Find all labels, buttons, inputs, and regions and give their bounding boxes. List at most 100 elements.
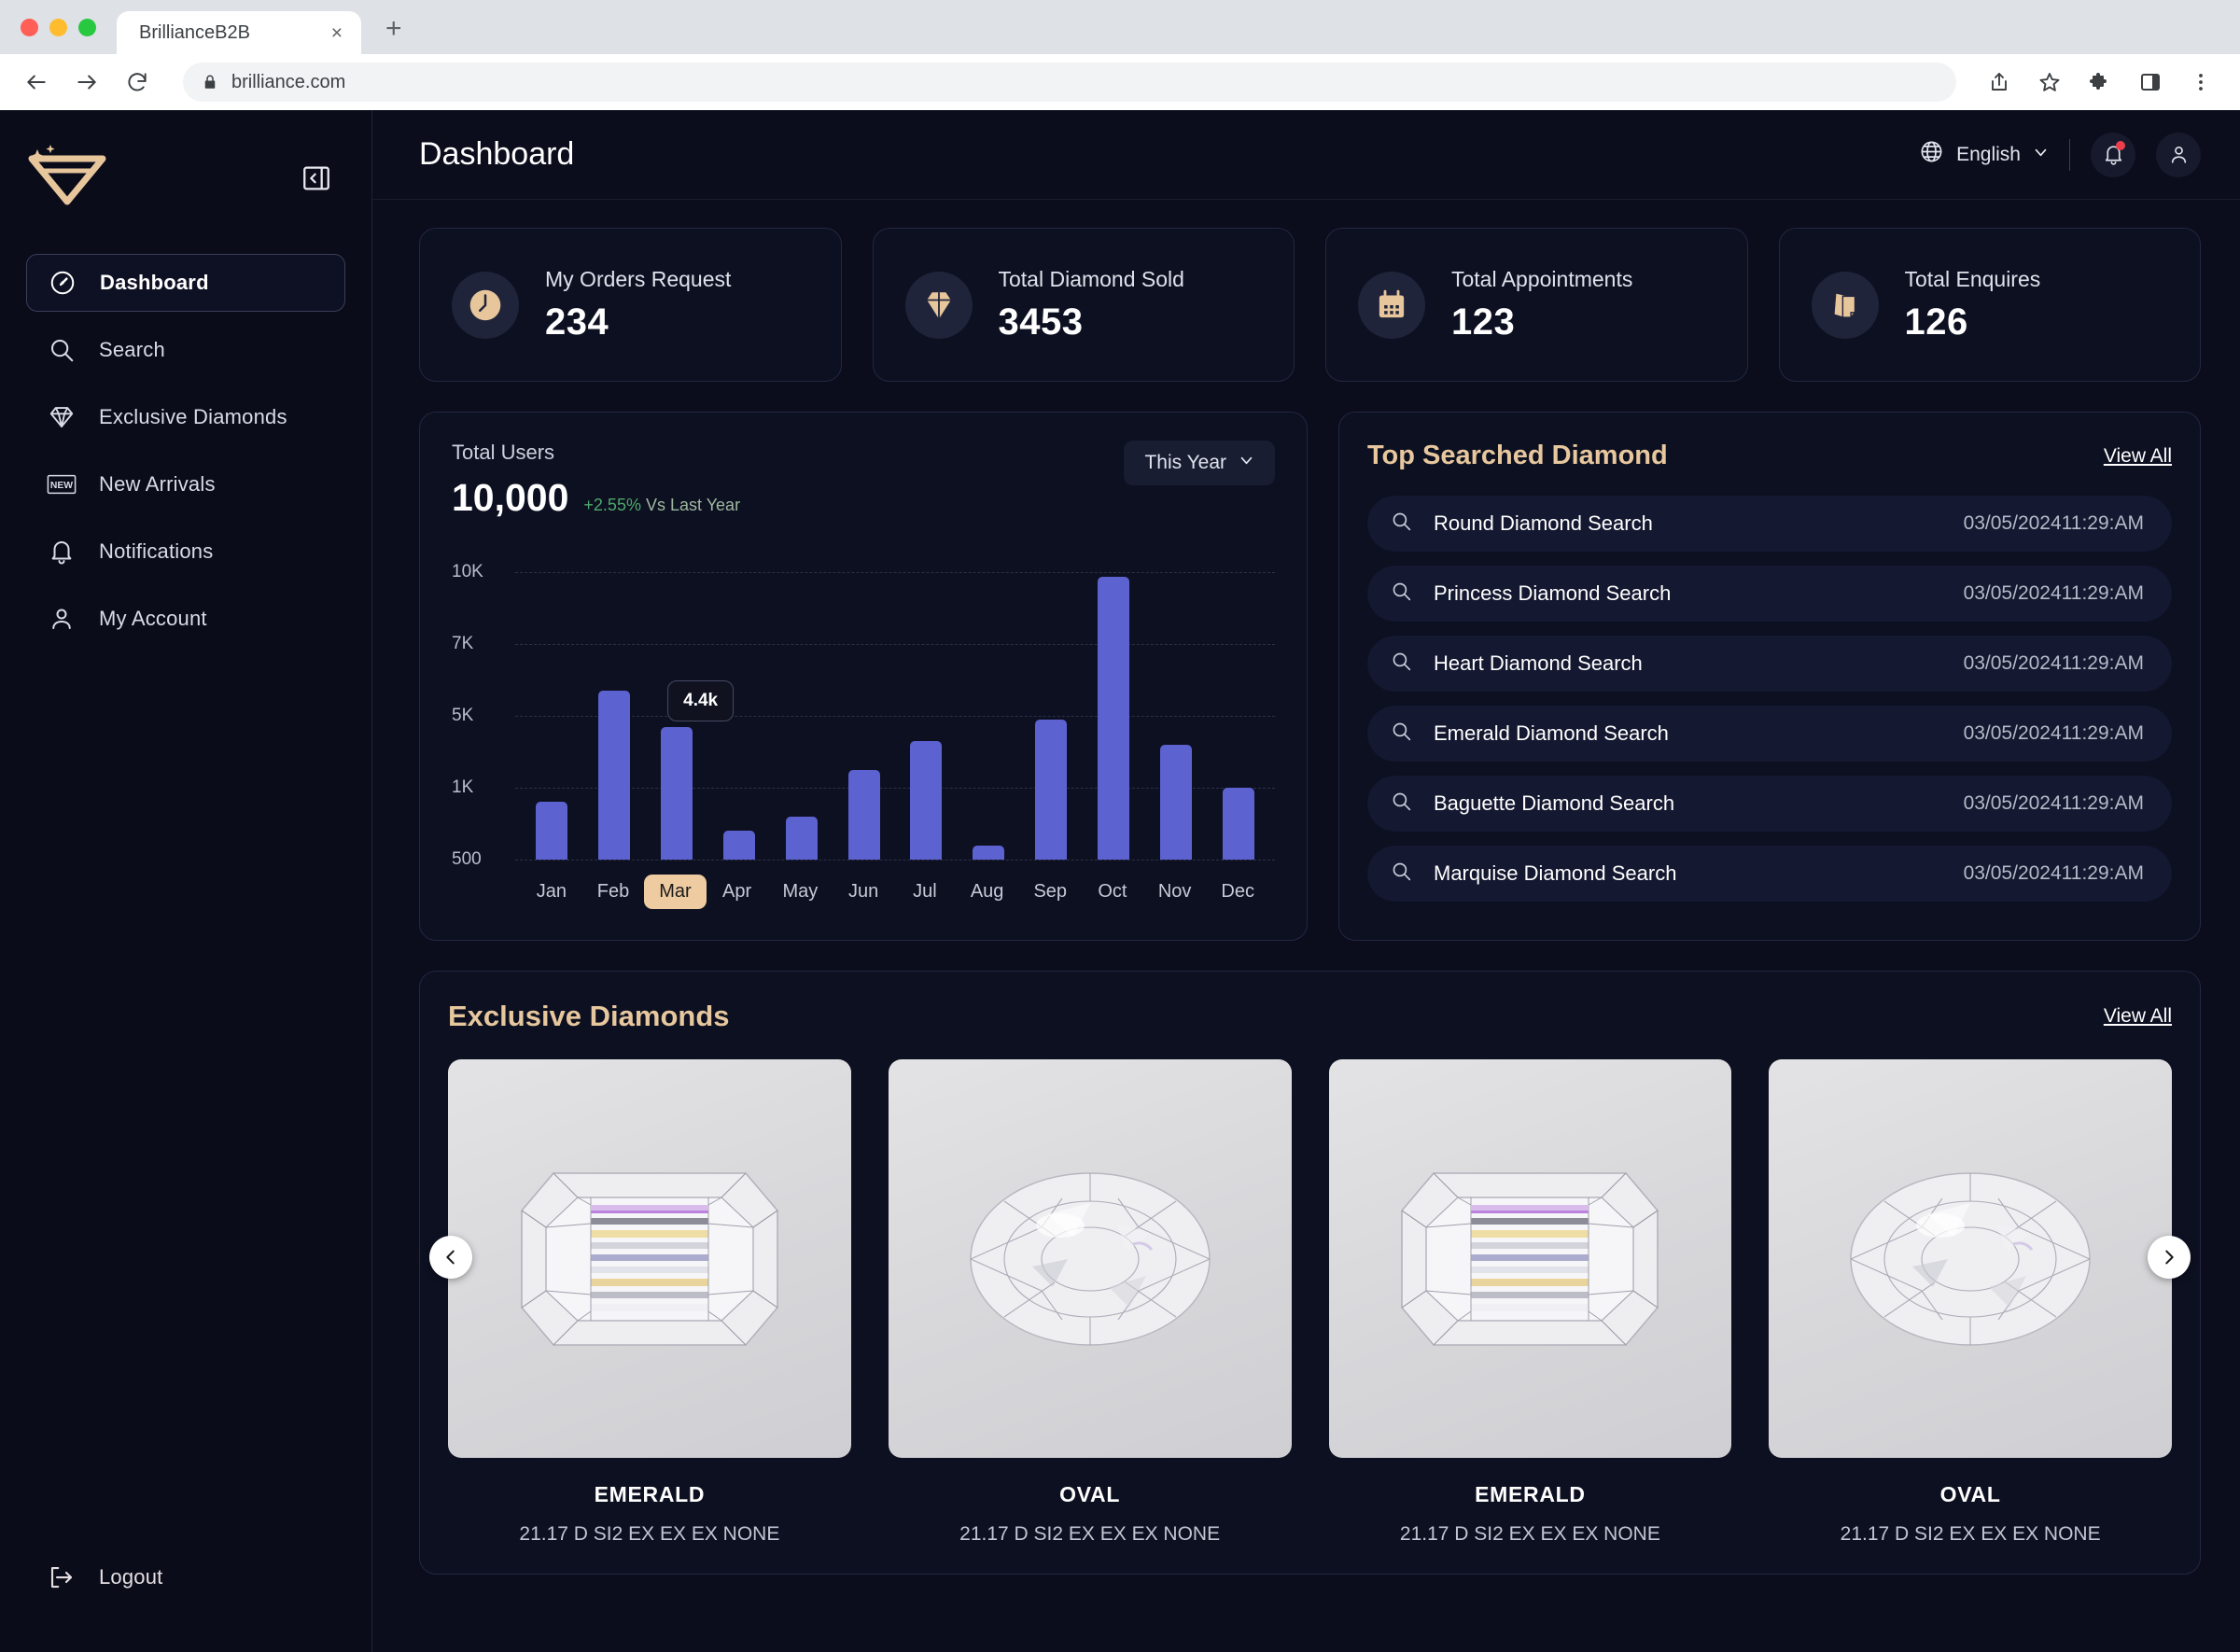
sidebar-item-exclusive-diamonds[interactable]: Exclusive Diamonds [26, 388, 345, 446]
chart-bar-column[interactable] [521, 552, 583, 860]
extensions-puzzle-icon[interactable] [2087, 69, 2113, 95]
stat-card-enquires[interactable]: Total Enquires 126 [1778, 228, 2201, 382]
chart-bar-column[interactable] [583, 552, 646, 860]
chart-x-tick-label[interactable]: Apr [707, 875, 766, 909]
chart-bar[interactable] [661, 726, 693, 860]
chart-bar-column[interactable]: 4.4k [646, 552, 735, 860]
chart-bar-column[interactable] [895, 552, 958, 860]
chart-x-tick-label[interactable]: Jul [898, 875, 952, 909]
sidebar-item-new-arrivals[interactable]: NEW New Arrivals [26, 455, 345, 513]
browser-tab[interactable]: BrillianceB2B × [117, 11, 361, 54]
chart-y-tick-label: 7K [452, 634, 474, 653]
top-searched-row[interactable]: Round Diamond Search 03/05/202411:29:AM [1367, 496, 2172, 552]
main-area: Dashboard English My Orders Request 234 … [372, 110, 2240, 1652]
top-searched-header: Top Searched Diamond View All [1367, 441, 2172, 471]
chart-x-tick-label[interactable]: Mar [644, 875, 707, 909]
chart-month-cell: May [767, 875, 833, 909]
diamond-card[interactable]: OVAL 21.17 D SI2 EX EX EX NONE [1769, 1059, 2172, 1546]
exclusive-view-all[interactable]: View All [2104, 1005, 2172, 1028]
chart-bar-column[interactable] [1082, 552, 1144, 860]
chart-bar[interactable] [1035, 719, 1068, 860]
chart-bar[interactable] [847, 769, 880, 860]
sidebar-item-label: New Arrivals [99, 472, 216, 496]
bookmark-star-icon[interactable] [2037, 69, 2063, 95]
logout-button[interactable]: Logout [0, 1562, 371, 1652]
top-searched-label: Princess Diamond Search [1434, 581, 1672, 605]
user-avatar[interactable] [2156, 132, 2201, 177]
minimize-window-button[interactable] [49, 19, 67, 36]
stat-label: Total Enquires [1904, 266, 2041, 291]
top-searched-row[interactable]: Marquise Diamond Search 03/05/202411:29:A… [1367, 846, 2172, 902]
chart-bar-column[interactable] [707, 552, 770, 860]
diamond-card[interactable]: OVAL 21.17 D SI2 EX EX EX NONE [888, 1059, 1292, 1546]
chart-bar[interactable] [536, 802, 568, 860]
forward-icon[interactable] [71, 66, 103, 98]
chart-x-tick-label[interactable]: Sep [1018, 875, 1082, 909]
carousel-prev-button[interactable] [429, 1236, 472, 1279]
share-icon[interactable] [1986, 69, 2012, 95]
chart-bar[interactable] [973, 845, 1005, 860]
address-bar[interactable]: brilliance.com [183, 63, 1956, 102]
chart-bar-column[interactable] [958, 552, 1020, 860]
chart-bar[interactable] [910, 740, 943, 860]
sidebar-item-dashboard[interactable]: Dashboard [26, 254, 345, 312]
top-searched-row[interactable]: Princess Diamond Search 03/05/202411:29:A… [1367, 566, 2172, 622]
exclusive-diamonds-section: Exclusive Diamonds View All EMERALD 21.17… [419, 971, 2201, 1575]
chart-bar[interactable] [1097, 577, 1129, 860]
chart-x-tick-label[interactable]: Oct [1083, 875, 1141, 909]
browser-tab-title: BrillianceB2B [139, 21, 250, 43]
top-searched-row[interactable]: Baguette Diamond Search 03/05/202411:29:A… [1367, 776, 2172, 832]
chart-bar-column[interactable] [1144, 552, 1207, 860]
diamond-image[interactable] [448, 1059, 851, 1458]
chart-bar[interactable] [598, 691, 631, 860]
diamond-card[interactable]: EMERALD 21.17 D SI2 EX EX EX NONE [448, 1059, 851, 1546]
chart-bar[interactable] [1159, 744, 1192, 860]
browser-menu-icon[interactable] [2188, 69, 2214, 95]
close-icon[interactable]: × [328, 20, 346, 47]
top-searched-row[interactable]: Heart Diamond Search 03/05/202411:29:AM [1367, 636, 2172, 692]
close-window-button[interactable] [21, 19, 38, 36]
stat-card-appointments[interactable]: Total Appointments 123 [1325, 228, 1748, 382]
diamond-image[interactable] [1769, 1059, 2172, 1458]
maximize-window-button[interactable] [78, 19, 96, 36]
chart-range-select[interactable]: This Year [1124, 441, 1275, 485]
stat-card-diamond-sold[interactable]: Total Diamond Sold 3453 [872, 228, 1295, 382]
chart-bars: 4.4k [521, 552, 1269, 860]
sidebar-item-search[interactable]: Search [26, 321, 345, 379]
chart-bar-column[interactable] [833, 552, 895, 860]
side-panel-icon[interactable] [2137, 69, 2163, 95]
stat-card-orders[interactable]: My Orders Request 234 [419, 228, 842, 382]
chart-month-cell: Feb [582, 875, 644, 909]
chart-bar[interactable] [785, 816, 818, 860]
sidebar-item-notifications[interactable]: Notifications [26, 523, 345, 581]
chart-x-tick-label[interactable]: Nov [1143, 875, 1207, 909]
sidebar-item-my-account[interactable]: My Account [26, 590, 345, 648]
chart-bar-column[interactable] [770, 552, 833, 860]
diamond-image[interactable] [1328, 1059, 1732, 1458]
chart-bar-column[interactable] [1020, 552, 1083, 860]
notifications-button[interactable] [2091, 132, 2135, 177]
reload-icon[interactable] [121, 66, 153, 98]
chart-x-tick-label[interactable]: Aug [956, 875, 1019, 909]
language-selector[interactable]: English [1919, 139, 2049, 170]
chart-x-tick-label[interactable]: Jan [522, 875, 581, 909]
chart-bar[interactable] [722, 831, 755, 860]
chart-bar-column[interactable] [1207, 552, 1269, 860]
diamond-card[interactable]: EMERALD 21.17 D SI2 EX EX EX NONE [1328, 1059, 1732, 1546]
top-searched-label: Baguette Diamond Search [1434, 791, 1675, 815]
chart-x-tick-label[interactable]: Jun [833, 875, 893, 909]
chart-x-tick-label[interactable]: May [767, 875, 833, 909]
carousel-next-button[interactable] [2148, 1236, 2191, 1279]
bar-chart-month-axis: Jan Feb Mar Apr May Jun Jul Aug Sep Oct Nov Dec [452, 875, 1275, 909]
chart-x-tick-label[interactable]: Feb [582, 875, 644, 909]
chart-x-tick-label[interactable]: Dec [1206, 875, 1269, 909]
back-icon[interactable] [21, 66, 52, 98]
diamond-image[interactable] [888, 1059, 1292, 1458]
sidebar-collapse-button[interactable] [301, 162, 332, 194]
diamond-spec: 21.17 D SI2 EX EX EX NONE [959, 1523, 1221, 1545]
top-searched-view-all[interactable]: View All [2104, 445, 2172, 468]
new-tab-button[interactable]: + [385, 15, 402, 54]
top-searched-row[interactable]: Emerald Diamond Search 03/05/202411:29:AM [1367, 706, 2172, 762]
chart-bar[interactable] [1222, 788, 1254, 860]
exclusive-header: Exclusive Diamonds View All [448, 1000, 2172, 1033]
